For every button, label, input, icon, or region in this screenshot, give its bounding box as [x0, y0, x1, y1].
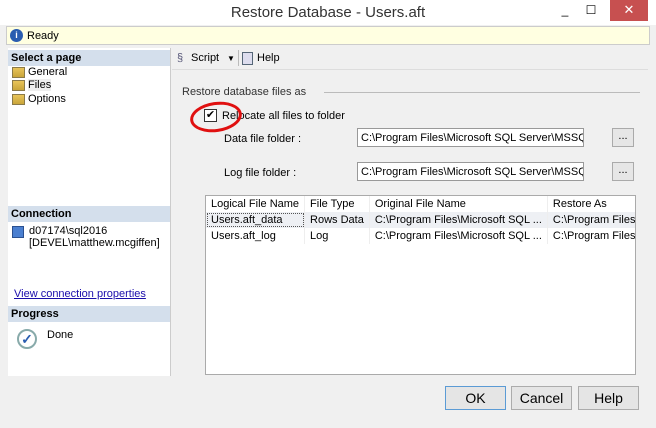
- help-button[interactable]: Help: [578, 386, 639, 410]
- sidebar-item-label: Options: [28, 93, 66, 105]
- script-dropdown-icon[interactable]: ▼: [227, 54, 235, 63]
- data-folder-browse-button[interactable]: ...: [612, 128, 634, 147]
- cell[interactable]: Log: [304, 228, 370, 244]
- data-folder-label: Data file folder :: [224, 133, 302, 145]
- minimize-button[interactable]: _: [552, 3, 578, 19]
- log-folder-label: Log file folder :: [224, 167, 297, 179]
- cell[interactable]: Users.aft_data: [206, 212, 306, 228]
- table-row[interactable]: Users.aft_log Log C:\Program Files\Micro…: [206, 228, 635, 244]
- sidebar-item-files[interactable]: Files: [12, 79, 52, 92]
- sidebar-item-label: General: [28, 66, 68, 78]
- maximize-button[interactable]: ☐: [578, 3, 604, 19]
- annotation-circle: [188, 98, 244, 136]
- help-icon: [242, 52, 253, 65]
- connection-header: Connection: [8, 206, 170, 222]
- log-folder-browse-button[interactable]: ...: [612, 162, 634, 181]
- view-connection-properties-link[interactable]: View connection properties: [14, 288, 146, 300]
- close-button[interactable]: ✕: [610, 0, 648, 21]
- cell[interactable]: C:\Program Files\Microso: [547, 228, 635, 244]
- group-divider: [324, 92, 640, 93]
- info-icon: i: [10, 29, 23, 42]
- progress-header: Progress: [8, 306, 170, 322]
- sidebar-item-options[interactable]: Options: [12, 93, 66, 106]
- page-icon: [12, 93, 25, 105]
- help-toolbar-button[interactable]: Help: [257, 52, 280, 64]
- script-icon: §: [177, 52, 184, 64]
- files-grid: Logical File Name File Type Original Fil…: [205, 195, 636, 375]
- progress-status: Done: [47, 329, 74, 341]
- cell[interactable]: C:\Program Files\Microso: [547, 212, 635, 228]
- group-label: Restore database files as: [182, 86, 307, 98]
- toolbar: § Script ▼ Help: [172, 48, 648, 70]
- cell[interactable]: C:\Program Files\Microsoft SQL ...: [369, 228, 548, 244]
- column-header[interactable]: Logical File Name: [206, 196, 306, 212]
- cell[interactable]: Users.aft_log: [206, 228, 306, 244]
- data-folder-input[interactable]: C:\Program Files\Microsoft SQL Server\MS…: [357, 128, 584, 147]
- toolbar-separator: [238, 50, 239, 66]
- select-page-header: Select a page: [8, 50, 170, 66]
- status-bar: i Ready: [6, 26, 650, 45]
- title-bar: Restore Database - Users.aft _ ☐ ✕: [0, 0, 656, 25]
- column-header[interactable]: Original File Name: [369, 196, 548, 212]
- log-folder-input[interactable]: C:\Program Files\Microsoft SQL Server\MS…: [357, 162, 584, 181]
- user-name: [DEVEL\matthew.mcgiffen]: [29, 237, 160, 249]
- cell[interactable]: C:\Program Files\Microsoft SQL ...: [369, 212, 548, 228]
- page-icon: [12, 79, 25, 91]
- page-icon: [12, 66, 25, 78]
- sidebar: Select a page General Files Options Conn…: [8, 48, 171, 376]
- grid-header: Logical File Name File Type Original Fil…: [206, 196, 635, 212]
- ok-button[interactable]: OK: [445, 386, 506, 410]
- sidebar-item-general[interactable]: General: [12, 66, 67, 79]
- cell[interactable]: Rows Data: [304, 212, 370, 228]
- table-row[interactable]: Users.aft_data Rows Data C:\Program File…: [206, 212, 635, 228]
- sidebar-item-label: Files: [28, 79, 52, 91]
- server-name: d07174\sql2016: [29, 225, 108, 237]
- column-header[interactable]: Restore As: [547, 196, 635, 212]
- status-text: Ready: [27, 30, 59, 42]
- done-check-icon: ✓: [17, 329, 37, 349]
- main-panel: § Script ▼ Help Restore database files a…: [172, 48, 648, 376]
- column-header[interactable]: File Type: [304, 196, 370, 212]
- server-icon: [12, 226, 24, 238]
- script-button[interactable]: Script: [191, 52, 219, 64]
- cancel-button[interactable]: Cancel: [511, 386, 572, 410]
